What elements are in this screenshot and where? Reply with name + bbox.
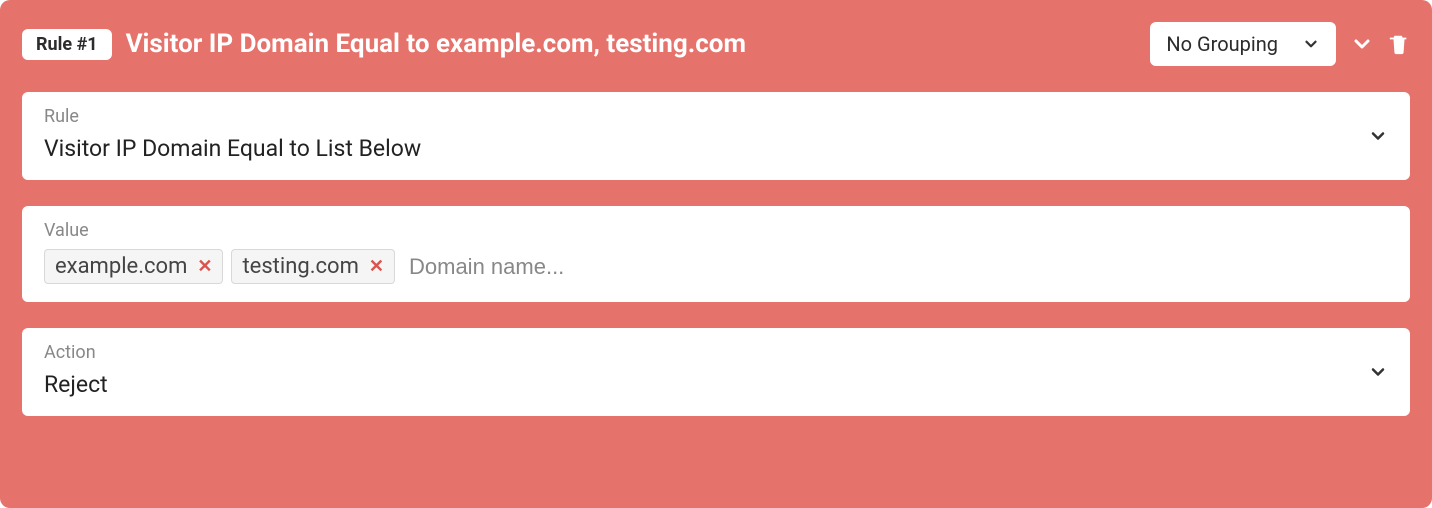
grouping-select[interactable]: No Grouping <box>1150 22 1336 66</box>
collapse-toggle[interactable] <box>1350 32 1374 56</box>
tag-remove-button[interactable]: ✕ <box>369 256 384 277</box>
rule-value: Visitor IP Domain Equal to List Below <box>44 135 1388 162</box>
grouping-select-value: No Grouping <box>1166 32 1278 56</box>
tag-remove-button[interactable]: ✕ <box>197 256 212 277</box>
action-value: Reject <box>44 371 1388 398</box>
tag-text: example.com <box>55 254 187 279</box>
value-panel: Value example.com ✕ testing.com ✕ <box>22 206 1410 302</box>
tag-row: example.com ✕ testing.com ✕ <box>44 249 1388 284</box>
rule-badge: Rule #1 <box>22 29 112 60</box>
action-select-panel[interactable]: Action Reject <box>22 328 1410 416</box>
tag-item: testing.com ✕ <box>231 249 395 284</box>
domain-input[interactable] <box>403 250 703 284</box>
tag-item: example.com ✕ <box>44 249 223 284</box>
tag-text: testing.com <box>242 254 358 279</box>
rule-label: Rule <box>44 106 1388 127</box>
rule-select-panel[interactable]: Rule Visitor IP Domain Equal to List Bel… <box>22 92 1410 180</box>
action-label: Action <box>44 342 1388 363</box>
chevron-down-icon <box>1368 126 1388 146</box>
rule-card: Rule #1 Visitor IP Domain Equal to examp… <box>0 0 1432 508</box>
delete-rule-button[interactable] <box>1388 32 1410 56</box>
rule-title: Visitor IP Domain Equal to example.com, … <box>126 29 1137 59</box>
chevron-down-icon <box>1302 35 1320 53</box>
rule-header: Rule #1 Visitor IP Domain Equal to examp… <box>22 22 1410 66</box>
chevron-down-icon <box>1368 362 1388 382</box>
value-label: Value <box>44 220 1388 241</box>
